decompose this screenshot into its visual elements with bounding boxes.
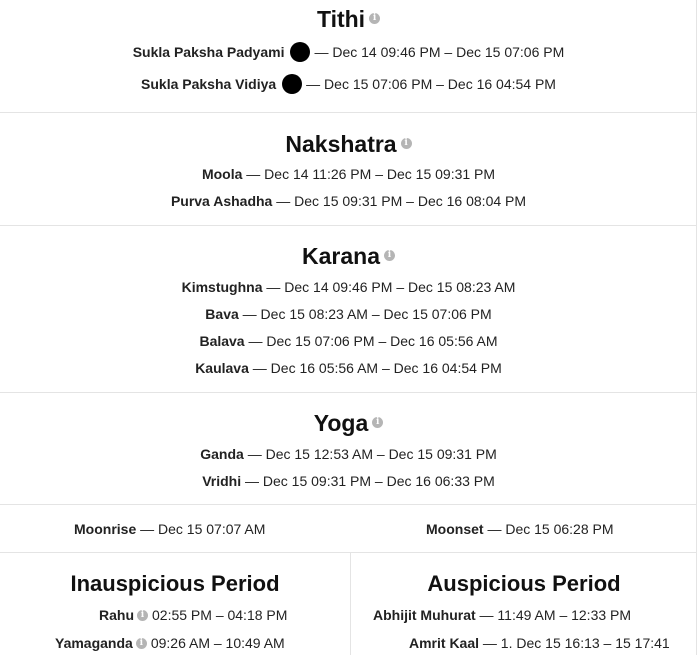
nakshatra-row: Moola — Dec 14 11:26 PM – Dec 15 09:31 P… <box>0 161 697 188</box>
period-name: Abhijit Muhurat <box>373 607 476 623</box>
yoga-name: Ganda <box>200 446 244 462</box>
nakshatra-time: — Dec 15 09:31 PM – Dec 16 08:04 PM <box>276 193 527 209</box>
yoga-section: Yoga i Ganda — Dec 15 12:53 AM – Dec 15 0… <box>0 393 697 505</box>
karana-title: Karana <box>302 243 380 269</box>
period-time: 09:26 AM – 10:49 AM <box>150 635 285 651</box>
karana-name: Balava <box>199 333 245 349</box>
karana-time: — Dec 15 07:06 PM – Dec 16 05:56 AM <box>248 333 498 349</box>
inauspicious-title: Inauspicious Period <box>70 571 280 596</box>
auspicious-row: Abhijit Muhurat — 11:49 AM – 12:33 PM <box>373 607 631 623</box>
tithi-time: — Dec 14 09:46 PM – Dec 15 07:06 PM <box>314 44 565 60</box>
tithi-section: Tithi i Sukla Paksha Padyami — Dec 14 09:4… <box>0 0 697 113</box>
yoga-row: Ganda — Dec 15 12:53 AM – Dec 15 09:31 P… <box>0 441 697 468</box>
moonrise-time: — Dec 15 07:07 AM <box>140 521 266 537</box>
tithi-title: Tithi <box>316 6 366 32</box>
nakshatra-row: Purva Ashadha — Dec 15 09:31 PM – Dec 16… <box>0 188 697 215</box>
yoga-time: — Dec 15 12:53 AM – Dec 15 09:31 PM <box>247 446 497 462</box>
panchang-panel: Tithi i Sukla Paksha Padyami — Dec 14 09:4… <box>0 0 697 655</box>
karana-row: Balava — Dec 15 07:06 PM – Dec 16 05:56 … <box>0 328 697 355</box>
yoga-name: Vridhi <box>202 473 242 489</box>
period-time: — 1. Dec 15 16:13 – 15 17:41 <box>482 635 670 651</box>
karana-name: Kimstughna <box>181 279 263 295</box>
period-time: — 11:49 AM – 12:33 PM <box>479 607 632 623</box>
moonset-label: Moonset <box>426 521 484 537</box>
tithi-name: Sukla Paksha Vidiya <box>141 76 277 92</box>
nakshatra-name: Moola <box>201 166 243 182</box>
karana-heading: Karana i <box>0 243 697 270</box>
info-icon[interactable]: i <box>400 138 412 150</box>
inauspicious-period: Inauspicious Period Rahu i 02:55 PM – 04:1… <box>0 553 351 655</box>
moon-times-row: Moonrise — Dec 15 07:07 AM Moonset — Dec… <box>0 505 697 553</box>
info-icon[interactable]: i <box>372 417 384 429</box>
karana-time: — Dec 16 05:56 AM – Dec 16 04:54 PM <box>252 360 502 376</box>
karana-name: Bava <box>205 306 239 322</box>
auspicious-title: Auspicious Period <box>427 571 621 596</box>
karana-row: Bava — Dec 15 08:23 AM – Dec 15 07:06 PM <box>0 301 697 328</box>
yoga-time: — Dec 15 09:31 PM – Dec 16 06:33 PM <box>244 473 495 489</box>
tithi-row: Sukla Paksha Vidiya — Dec 15 07:06 PM – D… <box>0 71 697 98</box>
inauspicious-row: Yamaganda i 09:26 AM – 10:49 AM <box>55 635 285 651</box>
info-icon[interactable]: i <box>369 13 381 25</box>
nakshatra-name: Purva Ashadha <box>170 193 273 209</box>
tithi-name: Sukla Paksha Padyami <box>132 44 285 60</box>
karana-row: Kaulava — Dec 16 05:56 AM – Dec 16 04:54… <box>0 355 697 382</box>
new-moon-icon <box>290 42 311 63</box>
inauspicious-row: Rahu i 02:55 PM – 04:18 PM <box>99 607 287 623</box>
moonrise: Moonrise — Dec 15 07:07 AM <box>74 521 265 537</box>
new-moon-icon <box>282 74 303 95</box>
nakshatra-heading: Nakshatra i <box>0 131 697 158</box>
karana-section: Karana i Kimstughna — Dec 14 09:46 PM – D… <box>0 226 697 393</box>
info-icon[interactable]: i <box>135 637 147 649</box>
period-name: Amrit Kaal <box>409 635 480 651</box>
karana-row: Kimstughna — Dec 14 09:46 PM – Dec 15 08… <box>0 274 697 301</box>
karana-time: — Dec 15 08:23 AM – Dec 15 07:06 PM <box>242 306 492 322</box>
info-icon[interactable]: i <box>383 250 395 262</box>
karana-name: Kaulava <box>195 360 249 376</box>
nakshatra-time: — Dec 14 11:26 PM – Dec 15 09:31 PM <box>246 166 496 182</box>
auspicious-period: Auspicious Period Abhijit Muhurat — 11:4… <box>351 553 697 655</box>
yoga-title: Yoga <box>313 410 369 436</box>
periods-section: Inauspicious Period Rahu i 02:55 PM – 04:1… <box>0 553 697 655</box>
moonset: Moonset — Dec 15 06:28 PM <box>426 521 614 537</box>
moonrise-label: Moonrise <box>74 521 137 537</box>
tithi-time: — Dec 15 07:06 PM – Dec 16 04:54 PM <box>306 76 556 92</box>
moonset-time: — Dec 15 06:28 PM <box>487 521 614 537</box>
auspicious-row: Amrit Kaal — 1. Dec 15 16:13 – 15 17:41 <box>409 635 670 651</box>
karana-time: — Dec 14 09:46 PM – Dec 15 08:23 AM <box>266 279 516 295</box>
tithi-heading: Tithi i <box>0 6 697 33</box>
nakshatra-section: Nakshatra i Moola — Dec 14 11:26 PM – Dec… <box>0 113 697 226</box>
yoga-heading: Yoga i <box>0 410 697 437</box>
info-icon[interactable]: i <box>137 609 148 621</box>
period-name: Yamaganda <box>55 635 133 651</box>
period-name: Rahu <box>99 607 134 623</box>
tithi-row: Sukla Paksha Padyami — Dec 14 09:46 PM – … <box>0 39 697 66</box>
yoga-row: Vridhi — Dec 15 09:31 PM – Dec 16 06:33 … <box>0 468 697 495</box>
period-time: 02:55 PM – 04:18 PM <box>152 607 288 623</box>
nakshatra-title: Nakshatra <box>285 131 397 157</box>
